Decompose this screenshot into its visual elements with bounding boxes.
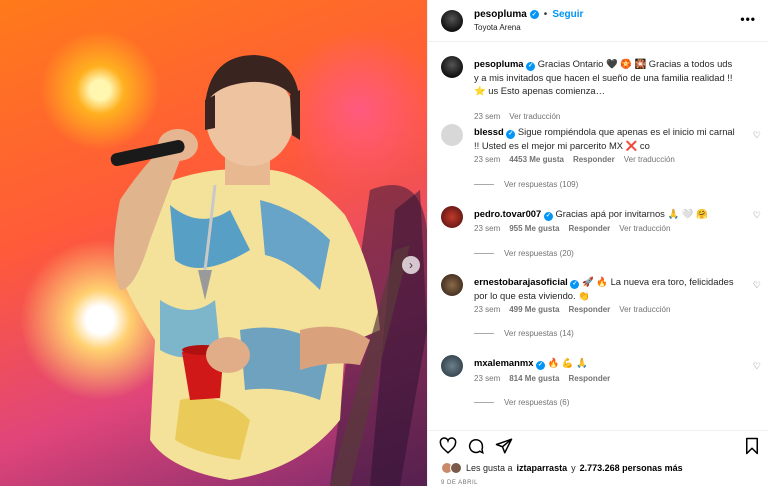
bookmark-icon[interactable] [743,437,761,455]
avatar[interactable] [441,206,463,228]
verified-icon: ✓ [543,212,553,221]
translate-link[interactable]: Ver traducción [624,155,675,164]
view-replies-label[interactable]: Ver respuestas (6) [504,398,569,407]
comment-username[interactable]: mxalemanmx [474,357,533,368]
reply-button[interactable]: Responder [568,224,610,233]
comment-text: pedro.tovar007 ✓ Gracias apá por invitar… [474,207,736,221]
more-icon[interactable]: ••• [740,12,756,26]
likes-middle: y [571,463,576,473]
replies-divider [474,184,494,185]
view-replies-label[interactable]: Ver respuestas (109) [504,180,578,189]
reply-button[interactable]: Responder [568,374,610,383]
comment-icon[interactable] [467,437,485,455]
reply-button[interactable]: Responder [568,305,610,314]
replies-divider [474,402,494,403]
translate-link[interactable]: Ver traducción [619,224,670,233]
comment-username[interactable]: ernestobarajasoficial [474,276,568,287]
translate-link[interactable]: Ver traducción [619,305,670,314]
avatar [450,462,462,474]
likes-user[interactable]: iztaparrasta [517,463,568,473]
comment-likes[interactable]: 814 Me gusta [509,374,559,383]
comment-text: blessd ✓ Sigue rompiéndola que apenas es… [474,125,736,152]
comment-text: ernestobarajasoficial ✓ 🚀 🔥 La nueva era… [474,275,736,302]
comment-body: Gracias apá por invitarnos 🙏 🤍 🤗 [555,208,708,219]
view-replies[interactable]: Ver respuestas (6) [474,398,569,407]
action-bar [428,430,768,458]
comment-time: 23 sem [474,224,501,233]
avatar[interactable] [441,56,463,78]
performer-illustration [110,55,427,486]
comment-username[interactable]: pedro.tovar007 [474,208,541,219]
caption-username[interactable]: pesopluma [474,58,524,69]
avatar[interactable] [441,124,463,146]
post-username[interactable]: pesopluma [474,9,527,20]
replies-divider [474,253,494,254]
comment-likes[interactable]: 499 Me gusta [509,305,559,314]
caption-text: pesopluma ✓ Gracias Ontario 🖤 🏵️ 🎇 Graci… [474,57,736,97]
comment-meta: 23 sem 955 Me gusta Responder Ver traduc… [474,224,670,233]
heart-icon[interactable]: ♡ [753,280,761,291]
comment-meta: 23 sem 499 Me gusta Responder Ver traduc… [474,305,670,314]
verified-icon: ✓ [506,130,516,139]
comment-likes[interactable]: 4453 Me gusta [509,155,564,164]
heart-icon[interactable]: ♡ [753,130,761,141]
post-location[interactable]: Toyota Arena [474,23,521,32]
likes-count[interactable]: 2.773.268 personas más [580,463,683,473]
verified-icon: ✓ [526,62,536,71]
comment-meta: 23 sem 814 Me gusta Responder [474,374,610,383]
avatar[interactable] [441,274,463,296]
view-replies-label[interactable]: Ver respuestas (20) [504,249,574,258]
post-header: pesopluma ✓ • Seguir Toyota Arena ••• [428,0,768,42]
post-username-row: pesopluma ✓ • Seguir [474,9,583,20]
avatar[interactable] [441,10,463,32]
likes-summary: Les gusta a iztaparrasta y 2.773.268 per… [441,462,683,474]
view-replies[interactable]: Ver respuestas (109) [474,180,578,189]
likes-prefix: Les gusta a [466,463,513,473]
replies-divider [474,333,494,334]
comment-text: mxalemanmx ✓ 🔥 💪 🙏 [474,356,736,370]
comment-username[interactable]: blessd [474,126,504,137]
comments-list[interactable]: pesopluma ✓ Gracias Ontario 🖤 🏵️ 🎇 Graci… [428,42,768,430]
comment-time: 23 sem [474,112,501,121]
comment-meta: 23 sem 4453 Me gusta Responder Ver tradu… [474,155,675,164]
heart-icon[interactable]: ♡ [753,210,761,221]
avatar[interactable] [441,355,463,377]
comment-likes[interactable]: 955 Me gusta [509,224,559,233]
comment-time: 23 sem [474,305,501,314]
post-detail-panel: pesopluma ✓ • Seguir Toyota Arena ••• pe… [427,0,768,486]
chevron-right-icon[interactable]: › [402,256,420,274]
separator-dot: • [543,9,548,20]
verified-icon: ✓ [529,10,539,19]
heart-icon[interactable] [439,437,457,455]
comment-time: 23 sem [474,155,501,164]
view-replies[interactable]: Ver respuestas (20) [474,249,574,258]
share-icon[interactable] [495,437,513,455]
view-replies[interactable]: Ver respuestas (14) [474,329,574,338]
post-date: 9 DE ABRIL [441,480,479,486]
verified-icon: ✓ [570,280,580,289]
comment-body: 🔥 💪 🙏 [547,357,588,368]
comment-time: 23 sem [474,374,501,383]
translate-link[interactable]: Ver traducción [509,112,560,121]
caption-meta: 23 sem Ver traducción [474,112,560,121]
heart-icon[interactable]: ♡ [753,361,761,372]
post-photo: › [0,0,427,486]
verified-icon: ✓ [536,361,546,370]
follow-button[interactable]: Seguir [552,9,583,20]
view-replies-label[interactable]: Ver respuestas (14) [504,329,574,338]
reply-button[interactable]: Responder [573,155,615,164]
